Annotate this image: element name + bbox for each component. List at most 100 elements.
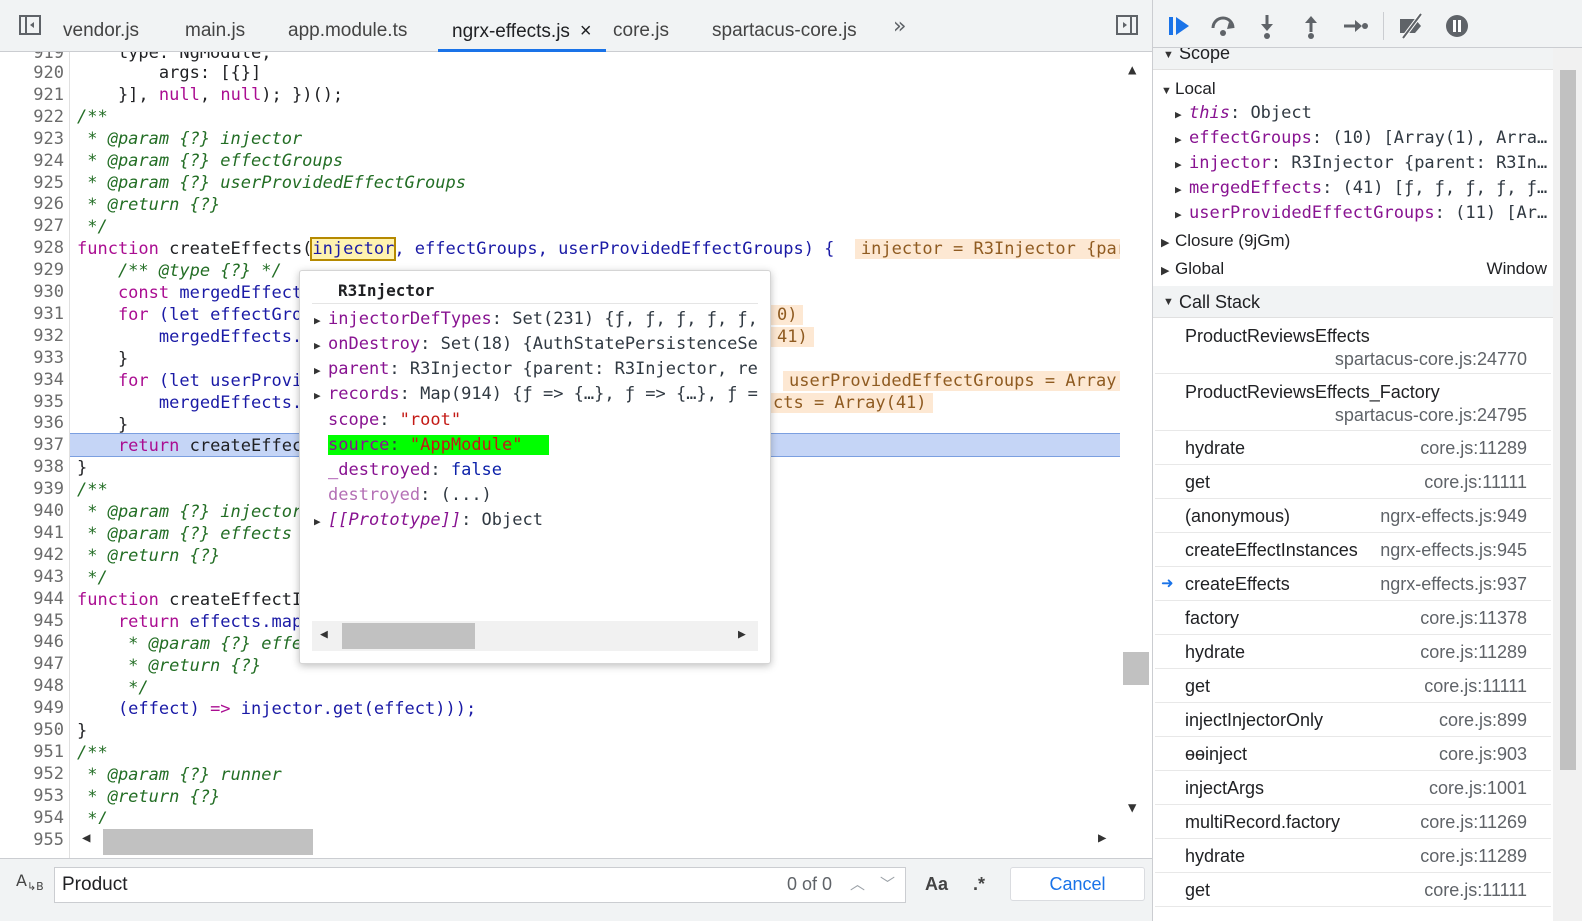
scrollbar-thumb[interactable] (1123, 652, 1149, 685)
property-row[interactable]: ▶ injectorDefTypes: Set(231) {ƒ, ƒ, ƒ, ƒ,… (314, 307, 760, 331)
expand-triangle-icon[interactable]: ▶ (314, 384, 328, 406)
property-row[interactable]: ▶ records: Map(914) {ƒ => {…}, ƒ => {…}, … (314, 382, 760, 406)
line-number[interactable]: 949 (0, 697, 64, 719)
match-case-button[interactable]: Aa (925, 874, 948, 895)
deactivate-breakpoints-icon[interactable] (1397, 12, 1425, 40)
replace-toggle-icon[interactable]: A↳B (16, 871, 44, 893)
scroll-up-arrow-icon[interactable]: ▲ (1128, 62, 1136, 78)
line-number[interactable]: 931 (0, 303, 64, 325)
cancel-button[interactable]: Cancel (1010, 867, 1145, 901)
line-number[interactable]: 954 (0, 807, 64, 829)
line-number[interactable]: 929 (0, 259, 64, 281)
line-number[interactable]: 950 (0, 719, 64, 741)
call-frame[interactable]: ProductReviewsEffects spartacus-core.js:… (1155, 318, 1551, 374)
expand-triangle-icon[interactable]: ▶ (314, 334, 328, 356)
expand-triangle-icon[interactable]: ▶ (314, 510, 328, 532)
line-number[interactable]: 945 (0, 610, 64, 632)
expand-triangle-icon[interactable]: ▶ (1175, 127, 1189, 151)
line-number[interactable]: 927 (0, 215, 64, 237)
scrollbar-thumb[interactable] (342, 623, 475, 649)
line-number[interactable]: 923 (0, 128, 64, 150)
search-input[interactable] (54, 867, 906, 903)
line-number[interactable]: 928 (0, 237, 64, 259)
line-number[interactable]: 942 (0, 544, 64, 566)
line-number[interactable]: 947 (0, 653, 64, 675)
global-scope-row[interactable]: ▶ Global Window (1161, 256, 1551, 281)
call-frame[interactable]: hydrate core.js:11289 (1155, 839, 1551, 873)
more-tabs-icon[interactable]: » (893, 14, 906, 39)
line-number[interactable]: 924 (0, 150, 64, 172)
line-number[interactable]: 953 (0, 785, 64, 807)
collapse-triangle-icon[interactable]: ▼ (1161, 79, 1175, 101)
tab-main-js[interactable]: main.js (185, 0, 245, 52)
scroll-right-arrow-icon[interactable]: ▶ (738, 627, 746, 642)
expand-triangle-icon[interactable]: ▶ (1161, 231, 1175, 253)
expand-triangle-icon[interactable]: ▶ (1161, 259, 1175, 281)
line-number[interactable]: 944 (0, 588, 64, 610)
scope-variable-row[interactable]: ▶ mergedEffects: (41) [ƒ, ƒ, ƒ, ƒ, ƒ… (1175, 176, 1551, 201)
line-number[interactable]: 941 (0, 522, 64, 544)
code-editor[interactable]: 919 920 921 922 923 924 925 926 927 928 929 930 931 9… (0, 52, 1152, 858)
line-number[interactable]: 936 (0, 412, 64, 434)
call-frame[interactable]: injectInjectorOnly core.js:899 (1155, 703, 1551, 737)
pause-on-exceptions-icon[interactable] (1443, 12, 1471, 40)
scrollbar-thumb[interactable] (103, 829, 313, 855)
expand-triangle-icon[interactable]: ▶ (1175, 152, 1189, 176)
scrollbar-thumb[interactable] (1560, 70, 1576, 770)
property-row[interactable]: ▶ [[Prototype]]: Object (314, 508, 760, 532)
scroll-down-arrow-icon[interactable]: ▼ (1128, 800, 1136, 816)
closure-scope-row[interactable]: ▶ Closure (9jGm) (1161, 228, 1551, 253)
line-number[interactable]: 946 (0, 631, 64, 653)
step-into-icon[interactable] (1253, 12, 1281, 40)
scope-variable-row[interactable]: ▶ injector: R3Injector {parent: R3In… (1175, 151, 1551, 176)
scope-variable-row[interactable]: ▶ userProvidedEffectGroups: (11) [Ar… (1175, 201, 1551, 226)
call-frame[interactable]: get core.js:11111 (1155, 873, 1551, 907)
scroll-right-arrow-icon[interactable]: ▶ (1098, 830, 1106, 846)
line-number[interactable]: 940 (0, 500, 64, 522)
line-number[interactable]: 934 (0, 369, 64, 391)
line-number[interactable]: 943 (0, 566, 64, 588)
editor-horizontal-scrollbar[interactable]: ◀ ▶ (76, 824, 1120, 858)
call-frame[interactable]: (anonymous) ngrx-effects.js:949 (1155, 499, 1551, 533)
call-frame[interactable]: ɵɵinject core.js:903 (1155, 737, 1551, 771)
line-number[interactable]: 926 (0, 193, 64, 215)
toggle-navigator-icon[interactable] (18, 13, 42, 37)
property-row[interactable]: ▶ parent: R3Injector {parent: R3Injector,… (314, 357, 760, 381)
line-number[interactable]: 939 (0, 478, 64, 500)
call-frame[interactable]: get core.js:11111 (1155, 669, 1551, 703)
scope-variable-row[interactable]: ▶ effectGroups: (10) [Array(1), Arra… (1175, 126, 1551, 151)
expand-triangle-icon[interactable]: ▶ (1175, 202, 1189, 226)
call-frame[interactable]: factory core.js:11378 (1155, 601, 1551, 635)
step-over-icon[interactable] (1209, 12, 1237, 40)
expand-triangle-icon[interactable]: ▶ (314, 359, 328, 381)
step-out-icon[interactable] (1297, 12, 1325, 40)
expand-triangle-icon[interactable]: ▶ (1175, 177, 1189, 201)
call-frame[interactable]: multiRecord.factory core.js:11269 (1155, 805, 1551, 839)
tab-app-module-ts[interactable]: app.module.ts (288, 0, 407, 52)
tab-core-js[interactable]: core.js (613, 0, 669, 52)
scroll-left-arrow-icon[interactable]: ◀ (82, 830, 90, 846)
call-frame[interactable]: ProductReviewsEffects_Factory spartacus-… (1155, 374, 1551, 431)
tab-vendor-js[interactable]: vendor.js (63, 0, 139, 52)
line-number[interactable]: 935 (0, 391, 64, 413)
next-match-icon[interactable]: ﹀ (880, 873, 895, 894)
call-frame[interactable]: hydrate core.js:11289 (1155, 635, 1551, 669)
previous-match-icon[interactable]: ︿ (850, 873, 865, 894)
editor-vertical-scrollbar[interactable]: ▲ ▼ (1120, 52, 1152, 858)
regex-button[interactable]: .* (973, 874, 985, 895)
toggle-debugger-sidebar-icon[interactable] (1115, 13, 1139, 37)
line-number[interactable]: 922 (0, 106, 64, 128)
scroll-left-arrow-icon[interactable]: ◀ (320, 627, 328, 642)
call-frame[interactable]: hydrate core.js:11289 (1155, 431, 1551, 465)
tab-ngrx-effects-js[interactable]: ngrx-effects.js × (438, 0, 606, 52)
call-frame[interactable]: createEffectInstances ngrx-effects.js:945 (1155, 533, 1551, 567)
step-icon[interactable] (1341, 12, 1369, 40)
hovered-token[interactable]: injector (310, 237, 397, 261)
call-frame-current[interactable]: ➜ createEffects ngrx-effects.js:937 (1155, 567, 1551, 601)
line-number[interactable]: 932 (0, 325, 64, 347)
local-scope-header[interactable]: ▼ Local (1161, 76, 1551, 101)
popover-horizontal-scrollbar[interactable]: ◀ ▶ (312, 621, 758, 651)
tab-spartacus-core-js[interactable]: spartacus-core.js (712, 0, 857, 52)
expand-triangle-icon[interactable]: ▶ (1175, 102, 1189, 126)
collapse-triangle-icon[interactable]: ▼ (1163, 296, 1174, 308)
